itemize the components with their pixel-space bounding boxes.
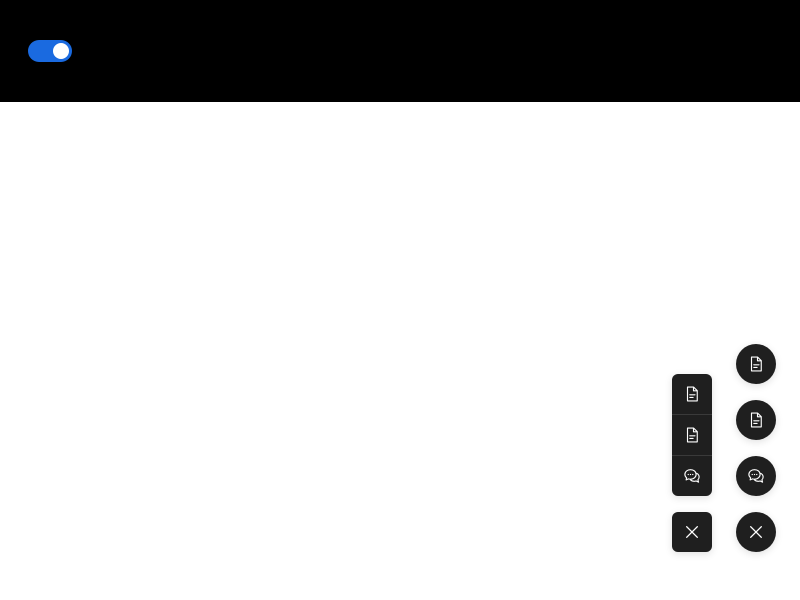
square-float-button-group	[672, 374, 712, 496]
square-comment-button[interactable]	[672, 455, 712, 496]
file-text-icon	[683, 385, 701, 403]
circle-close-button[interactable]	[736, 512, 776, 552]
circle-file-button-1[interactable]	[736, 344, 776, 384]
top-bar	[0, 0, 800, 102]
comment-icon	[683, 467, 701, 485]
square-close-button[interactable]	[672, 512, 712, 552]
file-text-icon	[683, 426, 701, 444]
close-icon	[684, 524, 700, 540]
file-text-icon	[747, 355, 765, 373]
close-icon	[748, 524, 764, 540]
circle-comment-button[interactable]	[736, 456, 776, 496]
toggle-knob	[53, 43, 69, 59]
square-file-button-1[interactable]	[672, 374, 712, 414]
theme-toggle-switch[interactable]	[28, 40, 72, 62]
circle-file-button-2[interactable]	[736, 400, 776, 440]
comment-icon	[747, 467, 765, 485]
square-file-button-2[interactable]	[672, 414, 712, 455]
file-text-icon	[747, 411, 765, 429]
